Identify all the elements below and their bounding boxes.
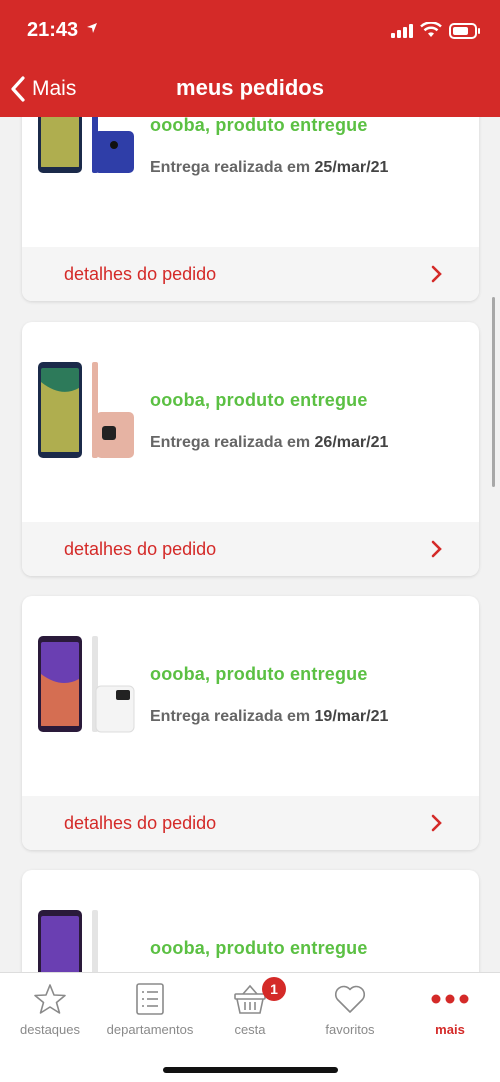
- more-icon: [431, 994, 469, 1004]
- delivery-date: 25/mar/21: [314, 159, 389, 176]
- order-card: oooba, produto entregue Entrega realizad…: [22, 322, 479, 576]
- tab-label: mais: [435, 1022, 465, 1037]
- order-status: oooba, produto entregue: [150, 390, 368, 410]
- chevron-right-icon: [431, 540, 442, 558]
- tab-favoritos[interactable]: favoritos: [300, 981, 400, 1037]
- delivery-prefix: Entrega realizada em: [150, 708, 311, 725]
- tab-cesta[interactable]: 1 cesta: [200, 977, 300, 1037]
- order-status: oooba, produto entregue: [150, 938, 368, 958]
- order-card: oooba, produto entregue Entrega realizad…: [22, 117, 479, 301]
- status-time: 21:43: [27, 19, 79, 41]
- app-header: 21:43 Mais meus pedidos: [0, 0, 500, 117]
- tab-label: destaques: [20, 1022, 80, 1037]
- delivery-info: Entrega realizada em 26/mar/21: [150, 434, 388, 452]
- order-status: oooba, produto entregue: [150, 664, 368, 684]
- phone-product-image: [38, 362, 134, 458]
- delivery-prefix: Entrega realizada em: [150, 434, 311, 451]
- order-details-label: detalhes do pedido: [64, 264, 217, 284]
- phone-product-image: [38, 117, 134, 173]
- tab-bar: destaques departamentos 1 cesta favorito…: [0, 972, 500, 1082]
- tab-departamentos[interactable]: departamentos: [100, 981, 200, 1037]
- order-status: oooba, produto entregue: [150, 117, 368, 135]
- status-bar: 21:43: [0, 0, 500, 58]
- tab-label: departamentos: [106, 1022, 194, 1037]
- delivery-info: Entrega realizada em 25/mar/21: [150, 159, 388, 177]
- location-arrow-icon: [87, 23, 97, 33]
- order-details-button[interactable]: detalhes do pedido: [22, 522, 479, 576]
- tab-destaques[interactable]: destaques: [0, 981, 100, 1037]
- delivery-date: 26/mar/21: [314, 434, 389, 451]
- page-title: meus pedidos: [176, 75, 324, 100]
- order-details-label: detalhes do pedido: [64, 813, 217, 833]
- star-icon: [34, 984, 66, 1014]
- order-details-button[interactable]: detalhes do pedido: [22, 796, 479, 850]
- tab-mais[interactable]: mais: [400, 981, 500, 1037]
- wifi-icon: [420, 22, 442, 37]
- order-details-label: detalhes do pedido: [64, 539, 217, 559]
- signal-icon: [391, 24, 413, 38]
- order-details-button[interactable]: detalhes do pedido: [22, 247, 479, 301]
- order-card: oooba, produto entregue Entrega realizad…: [22, 596, 479, 850]
- cart-count-badge: 1: [262, 977, 286, 1001]
- chevron-right-icon: [431, 814, 442, 832]
- tab-label: favoritos: [325, 1022, 375, 1037]
- orders-list[interactable]: oooba, produto entregue Entrega realizad…: [0, 117, 500, 972]
- phone-product-image: [38, 910, 98, 972]
- battery-icon: [449, 23, 480, 39]
- order-card: oooba, produto entregue: [22, 870, 479, 972]
- heart-icon: [334, 985, 366, 1013]
- nav-bar: Mais meus pedidos: [0, 58, 500, 117]
- list-icon: [136, 983, 164, 1015]
- delivery-prefix: Entrega realizada em: [150, 159, 311, 176]
- tab-label: cesta: [234, 1022, 266, 1037]
- home-indicator: [163, 1067, 338, 1073]
- chevron-right-icon: [431, 265, 442, 283]
- scrollbar[interactable]: [492, 297, 495, 487]
- phone-product-image: [38, 636, 135, 733]
- delivery-info: Entrega realizada em 19/mar/21: [150, 708, 388, 726]
- delivery-date: 19/mar/21: [314, 708, 389, 725]
